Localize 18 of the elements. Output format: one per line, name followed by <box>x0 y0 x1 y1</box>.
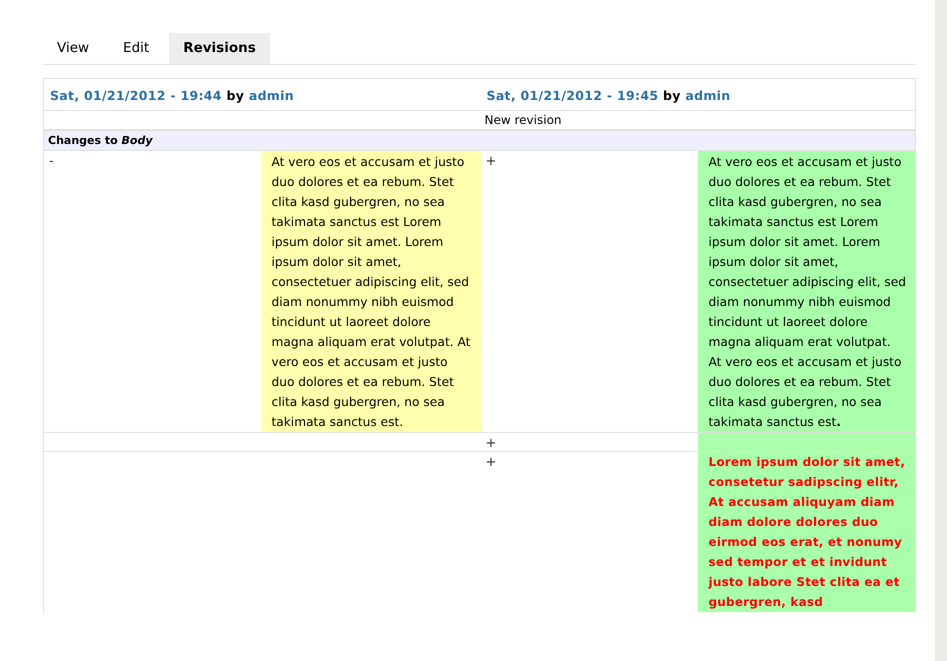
diff-marker: + <box>484 153 498 169</box>
revision-date-link[interactable]: Sat, 01/21/2012 - 19:44 <box>50 88 222 103</box>
added-text: At vero eos et accusam et justo duo dolores et ea rebum. Stet clita kasd gubergren, no sea takimata sanctus est Lorem ipsum dolor sit amet. Lorem ipsum dolor sit amet, consectetuer adipiscing elit, sed diam nonummy nibh euismod tincidunt ut laoreet dolore magna aliquam erat volutpat. At vero eos et accusam et justo duo dolores et ea rebum. Stet clita kasd gubergren, no sea takimata sanctus est. <box>698 150 916 432</box>
tab[interactable]: Revisions <box>169 33 270 64</box>
revision-date-link[interactable]: Sat, 01/21/2012 - 19:45 <box>486 88 658 103</box>
author-link[interactable]: admin <box>248 88 294 103</box>
by-label: by <box>226 88 244 103</box>
revision-log: New revision <box>484 113 562 127</box>
tab[interactable]: Edit <box>109 33 164 64</box>
author-link[interactable]: admin <box>685 88 730 103</box>
deleted-text: At vero eos et accusam et justo duo dolores et ea rebum. Stet clita kasd gubergren, no sea takimata sanctus est Lorem ipsum dolor sit amet. Lorem ipsum dolor sit amet, consectetuer adipiscing elit, sed diam nonummy nibh euismod tincidunt ut laoreet dolore magna aliquam erat volutpat. At vero eos et accusam et justo duo dolores et ea rebum. Stet clita kasd gubergren, no sea takimata sanctus est. <box>260 150 481 432</box>
added-text: Lorem ipsum dolor sit amet, consetetur sadipscing elitr, At accusam aliquyam diam diam dolore dolores duo eirmod eos erat, et nonumy sed tempor et et invidunt justo labore Stet clita ea et gubergren, kasd <box>698 452 916 612</box>
diff-marker: + <box>484 454 498 470</box>
diff-marker: + <box>484 435 498 451</box>
diff-marker: - <box>48 153 55 169</box>
tab[interactable]: View <box>43 33 104 64</box>
section-heading: Changes to Body <box>48 134 153 147</box>
by-label: by <box>662 88 681 103</box>
